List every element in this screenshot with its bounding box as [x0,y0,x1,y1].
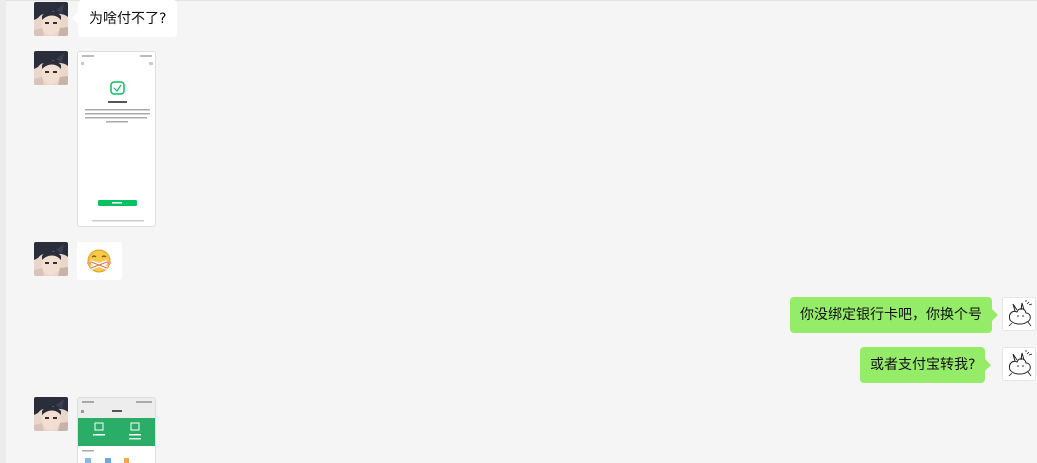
message-bubble-incoming[interactable]: 为啥付不了? [71,0,178,37]
message-text: 你没绑定银行卡吧，你换个号 [800,307,982,323]
contact-avatar[interactable] [34,242,68,276]
anime-avatar-icon [34,51,68,85]
contact-avatar[interactable] [34,2,68,36]
my-avatar[interactable] [1002,297,1036,331]
chat-message-area[interactable]: 为啥付不了? 你没绑定银行卡吧，你换个号 或者支付宝转我? [0,0,1037,463]
doodle-bunny-avatar-icon [1003,348,1035,380]
phone-screenshot-image [78,52,155,226]
image-message[interactable] [77,51,156,227]
message-bubble-outgoing[interactable]: 你没绑定银行卡吧，你换个号 [790,297,998,333]
message-bubble-outgoing[interactable]: 或者支付宝转我? [860,347,992,383]
contact-avatar[interactable] [34,51,68,85]
doodle-bunny-avatar-icon [1003,298,1035,330]
sticker-message[interactable] [77,242,122,280]
anime-avatar-icon [34,397,68,431]
zipped-mouth-emoji-icon [87,249,111,273]
message-text: 或者支付宝转我? [870,357,976,373]
left-divider [0,0,6,463]
image-message[interactable] [77,397,156,463]
message-text: 为啥付不了? [89,11,167,27]
contact-avatar[interactable] [34,397,68,431]
my-avatar[interactable] [1002,347,1036,381]
anime-avatar-icon [34,2,68,36]
anime-avatar-icon [34,242,68,276]
wallet-screenshot-image [78,398,155,463]
